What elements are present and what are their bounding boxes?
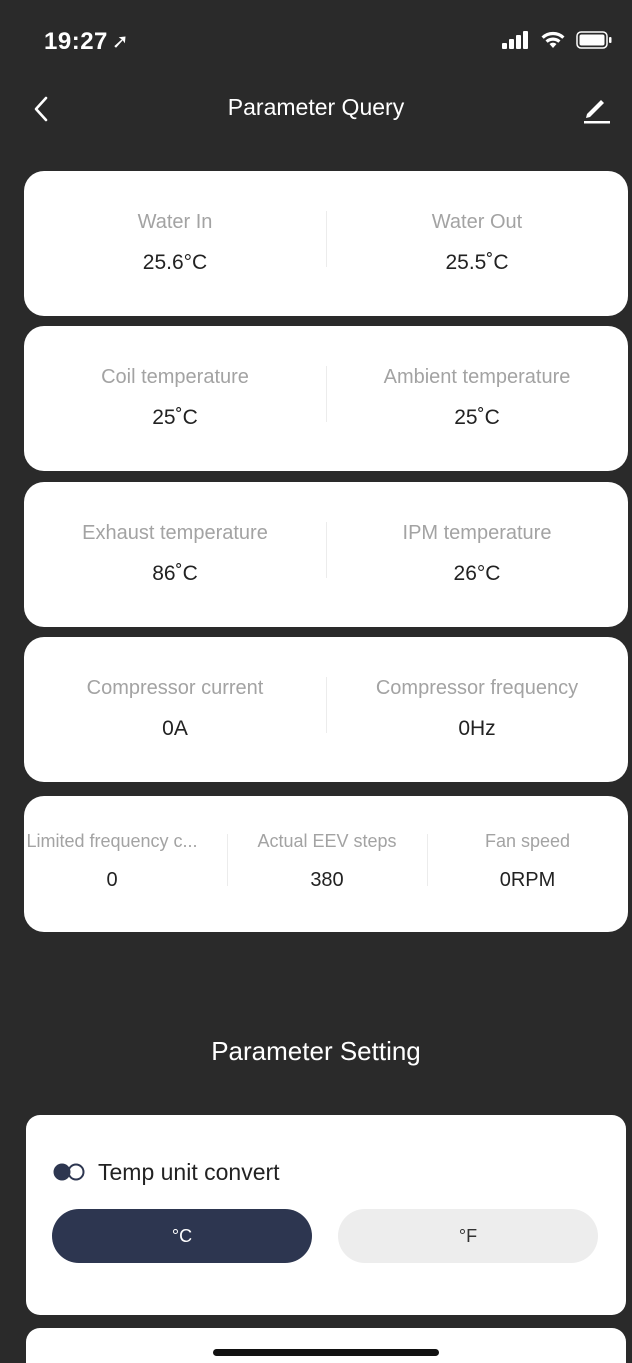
fahrenheit-button[interactable]: °F [338,1209,598,1263]
edit-pencil-icon[interactable] [580,92,612,126]
query-card-water: Water In 25.6°C Water Out 25.5˚C [24,171,628,316]
query-cell-compressor-frequency: Compressor frequency 0Hz [326,637,628,782]
wifi-icon [541,31,565,48]
query-cell-label: Water Out [431,211,523,233]
query-card-exhaust-ipm: Exhaust temperature 86˚C IPM temperature… [24,482,628,627]
status-time: 19:27 ➚ [44,28,129,56]
celsius-button[interactable]: °C [52,1209,312,1263]
toggle-icon [53,1163,85,1181]
query-cell-limited-frequency: Limited frequency c... 0 [0,796,224,932]
nav-bar: Parameter Query [0,80,632,140]
temp-unit-title: Temp unit convert [98,1159,280,1185]
query-cell-compressor-current: Compressor current 0A [24,637,326,782]
location-arrow-icon: ➚ [111,31,130,53]
query-cell-water-in: Water In 25.6°C [24,171,326,316]
section-title-parameter-setting: Parameter Setting [211,1036,421,1066]
page-title: Parameter Query [227,94,405,120]
query-cell-label: Coil temperature [101,366,249,388]
query-cell-value: 25˚C [152,406,198,429]
query-cell-label: Exhaust temperature [82,522,268,544]
query-cell-label: Limited frequency c... [26,831,198,851]
query-cell-actual-eev-steps: Actual EEV steps 380 [227,796,427,932]
phone-screen: 19:27 ➚ Parameter Query Water In 25.6°C … [0,0,632,1363]
query-cell-label: Water In [137,211,213,233]
query-cell-value: 0 [106,869,118,891]
query-cell-value: 25.5˚C [445,251,509,274]
query-cell-label: Actual EEV steps [257,831,397,851]
cellular-signal-icon [502,30,528,49]
query-cell-label: Compressor current [86,677,264,699]
query-cell-value: 86˚C [152,562,198,585]
temp-unit-card: Temp unit convert °C °F [26,1115,626,1315]
query-cell-value: 380 [310,869,344,891]
query-cell-value: 26°C [453,562,501,585]
home-indicator[interactable] [213,1349,439,1356]
query-cell-value: 25˚C [454,406,500,429]
query-cell-value: 0Hz [458,717,496,740]
query-cell-label: Compressor frequency [375,677,579,699]
query-cell-fan-speed: Fan speed 0RPM [427,796,628,932]
next-setting-card [26,1328,626,1363]
battery-icon [576,30,612,49]
query-cell-label: Fan speed [484,831,571,851]
query-card-compressor: Compressor current 0A Compressor frequen… [24,637,628,782]
query-cell-label: Ambient temperature [383,366,571,388]
query-cell-ipm-temperature: IPM temperature 26°C [326,482,628,627]
query-cell-value: 25.6°C [142,251,208,274]
status-icons [502,30,612,49]
query-cell-value: 0A [162,717,188,740]
query-cell-ambient-temperature: Ambient temperature 25˚C [326,326,628,471]
query-cell-label: IPM temperature [402,522,552,544]
query-card-frequency-eev-fan: Limited frequency c... 0 Actual EEV step… [24,796,628,932]
status-bar: 19:27 ➚ [0,0,632,80]
query-card-coil-ambient: Coil temperature 25˚C Ambient temperatur… [24,326,628,471]
status-time-text: 19:27 [44,28,108,55]
query-cell-coil-temperature: Coil temperature 25˚C [24,326,326,471]
query-cell-water-out: Water Out 25.5˚C [326,171,628,316]
query-cell-value: 0RPM [499,869,556,891]
query-cell-exhaust-temperature: Exhaust temperature 86˚C [24,482,326,627]
